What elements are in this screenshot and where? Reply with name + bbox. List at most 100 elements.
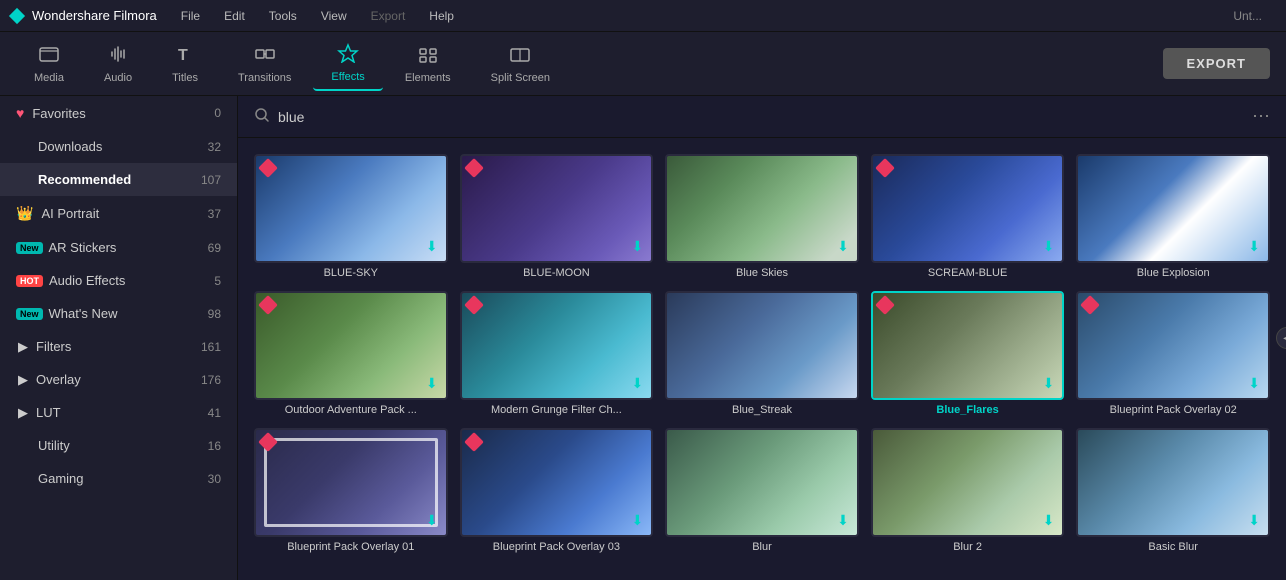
download-badge-blueprint-overlay-02[interactable]: ⬇ bbox=[1248, 375, 1260, 392]
fav-badge-blueprint-overlay-02 bbox=[1083, 298, 1097, 312]
sidebar-label-gaming: Gaming bbox=[38, 471, 208, 486]
toolbar-label-titles: Titles bbox=[172, 72, 198, 84]
download-badge-blue-flares[interactable]: ⬇ bbox=[1043, 375, 1055, 392]
download-badge-blur-2[interactable]: ⬇ bbox=[1043, 512, 1055, 529]
sidebar-item-ai-portrait[interactable]: 👑 AI Portrait 37 bbox=[0, 196, 237, 231]
effect-thumb-inner-blue-streak bbox=[667, 293, 857, 398]
sidebar-item-filters[interactable]: ▶ Filters 161 bbox=[0, 330, 237, 363]
menu-export[interactable]: Export bbox=[361, 5, 416, 27]
effect-item-blue-sky[interactable]: ⬇ BLUE-SKY bbox=[254, 154, 448, 279]
download-badge-modern-grunge[interactable]: ⬇ bbox=[631, 375, 643, 392]
menu-file[interactable]: File bbox=[171, 5, 210, 27]
effect-item-blur[interactable]: ⬇ Blur bbox=[665, 428, 859, 553]
new-badge-ar: New bbox=[16, 242, 43, 254]
effect-item-scream-blue[interactable]: ⬇SCREAM-BLUE bbox=[871, 154, 1065, 279]
menu-tools[interactable]: Tools bbox=[259, 5, 307, 27]
toolbar-btn-transitions[interactable]: Transitions bbox=[220, 38, 309, 90]
effects-icon bbox=[337, 43, 359, 67]
sidebar-label-ar-stickers: AR Stickers bbox=[49, 240, 208, 255]
sidebar-label-favorites: Favorites bbox=[32, 106, 214, 121]
download-badge-scream-blue[interactable]: ⬇ bbox=[1043, 238, 1055, 255]
effect-thumb-inner-blue-moon: ⬇ bbox=[462, 156, 652, 261]
effect-label-blueprint-overlay-01: Blueprint Pack Overlay 01 bbox=[254, 541, 448, 553]
effect-item-blueprint-overlay-03[interactable]: ⬇Blueprint Pack Overlay 03 bbox=[460, 428, 654, 553]
fav-badge-blue-flares bbox=[878, 298, 892, 312]
effect-thumb-inner-blueprint-overlay-02: ⬇ bbox=[1078, 293, 1268, 398]
sidebar-label-whats-new: What's New bbox=[49, 306, 208, 321]
sidebar-count-utility: 16 bbox=[208, 439, 221, 453]
sidebar-label-overlay: Overlay bbox=[36, 372, 201, 387]
sidebar-item-gaming[interactable]: Gaming 30 bbox=[0, 462, 237, 495]
toolbar-btn-media[interactable]: Media bbox=[16, 38, 82, 90]
effect-item-blue-streak[interactable]: Blue_Streak bbox=[665, 291, 859, 416]
effect-thumb-scream-blue: ⬇ bbox=[871, 154, 1065, 263]
effect-label-blue-sky: BLUE-SKY bbox=[254, 267, 448, 279]
sidebar-count-ai-portrait: 37 bbox=[208, 207, 221, 221]
sidebar-label-filters: Filters bbox=[36, 339, 201, 354]
toolbar-btn-effects[interactable]: Effects bbox=[313, 37, 382, 91]
toolbar-btn-split-screen[interactable]: Split Screen bbox=[473, 38, 568, 90]
sidebar-item-audio-effects[interactable]: HOT Audio Effects 5 bbox=[0, 264, 237, 297]
toolbar-btn-titles[interactable]: T Titles bbox=[154, 38, 216, 90]
titles-icon: T bbox=[174, 44, 196, 68]
lut-expand-icon: ▶ bbox=[16, 406, 30, 420]
app-logo-icon bbox=[8, 7, 26, 25]
effect-label-blue-flares: Blue_Flares bbox=[871, 404, 1065, 416]
effect-item-modern-grunge[interactable]: ⬇Modern Grunge Filter Ch... bbox=[460, 291, 654, 416]
download-badge-blueprint-overlay-03[interactable]: ⬇ bbox=[631, 512, 643, 529]
effect-thumb-inner-basic-blur: ⬇ bbox=[1078, 430, 1268, 535]
effect-thumb-basic-blur: ⬇ bbox=[1076, 428, 1270, 537]
effect-thumb-blueprint-overlay-02: ⬇ bbox=[1076, 291, 1270, 400]
download-badge-blue-skies[interactable]: ⬇ bbox=[837, 238, 849, 255]
search-bar: ⋯ bbox=[238, 96, 1286, 138]
effect-item-blueprint-overlay-02[interactable]: ⬇ Blueprint Pack Overlay 02 bbox=[1076, 291, 1270, 416]
effect-item-blue-flares[interactable]: ⬇ Blue_Flares bbox=[871, 291, 1065, 416]
fav-badge-scream-blue bbox=[878, 161, 892, 175]
sidebar-item-downloads[interactable]: Downloads 32 bbox=[0, 130, 237, 163]
effect-item-blue-moon[interactable]: ⬇BLUE-MOON bbox=[460, 154, 654, 279]
sidebar-count-gaming: 30 bbox=[208, 472, 221, 486]
effect-item-blue-skies[interactable]: ⬇Blue Skies bbox=[665, 154, 859, 279]
effect-item-blur-2[interactable]: ⬇Blur 2 bbox=[871, 428, 1065, 553]
toolbar-btn-elements[interactable]: Elements bbox=[387, 38, 469, 90]
effect-item-blue-explosion[interactable]: ⬇ Blue Explosion bbox=[1076, 154, 1270, 279]
sidebar-count-audio-effects: 5 bbox=[214, 274, 221, 288]
sidebar-item-ar-stickers[interactable]: New AR Stickers 69 bbox=[0, 231, 237, 264]
download-badge-blue-sky[interactable]: ⬇ bbox=[426, 238, 438, 255]
sidebar-item-whats-new[interactable]: New What's New 98 bbox=[0, 297, 237, 330]
grid-view-toggle[interactable]: ⋯ bbox=[1252, 106, 1270, 127]
download-badge-blue-explosion[interactable]: ⬇ bbox=[1248, 238, 1260, 255]
download-badge-basic-blur[interactable]: ⬇ bbox=[1248, 512, 1260, 529]
effect-thumb-inner-blue-flares: ⬇ bbox=[873, 293, 1063, 398]
effect-label-blur: Blur bbox=[665, 541, 859, 553]
effect-label-basic-blur: Basic Blur bbox=[1076, 541, 1270, 553]
menu-help[interactable]: Help bbox=[419, 5, 464, 27]
menu-view[interactable]: View bbox=[311, 5, 357, 27]
effect-item-blueprint-overlay-01[interactable]: ⬇ Blueprint Pack Overlay 01 bbox=[254, 428, 448, 553]
fav-badge-modern-grunge bbox=[467, 298, 481, 312]
effect-thumb-inner-blur: ⬇ bbox=[667, 430, 857, 535]
download-badge-outdoor-adventure[interactable]: ⬇ bbox=[426, 375, 438, 392]
export-button[interactable]: EXPORT bbox=[1163, 48, 1270, 79]
fav-badge-blueprint-overlay-03 bbox=[467, 435, 481, 449]
effect-item-outdoor-adventure[interactable]: ⬇Outdoor Adventure Pack ... bbox=[254, 291, 448, 416]
app-name: Wondershare Filmora bbox=[32, 8, 157, 23]
search-input[interactable] bbox=[278, 109, 1252, 125]
effect-item-basic-blur[interactable]: ⬇ Basic Blur bbox=[1076, 428, 1270, 553]
download-badge-blur[interactable]: ⬇ bbox=[837, 512, 849, 529]
download-badge-blue-moon[interactable]: ⬇ bbox=[631, 238, 643, 255]
sidebar-item-recommended[interactable]: Recommended 107 bbox=[0, 163, 237, 196]
sidebar-count-overlay: 176 bbox=[201, 373, 221, 387]
effect-label-blue-explosion: Blue Explosion bbox=[1076, 267, 1270, 279]
sidebar-item-overlay[interactable]: ▶ Overlay 176 bbox=[0, 363, 237, 396]
sidebar-item-favorites[interactable]: ♥ Favorites 0 bbox=[0, 96, 237, 130]
download-badge-blueprint-overlay-01[interactable]: ⬇ bbox=[426, 512, 438, 529]
sidebar-label-recommended: Recommended bbox=[38, 172, 201, 187]
sidebar-item-utility[interactable]: Utility 16 bbox=[0, 429, 237, 462]
effect-label-blueprint-overlay-02: Blueprint Pack Overlay 02 bbox=[1076, 404, 1270, 416]
effect-thumb-blue-explosion: ⬇ bbox=[1076, 154, 1270, 263]
toolbar-btn-audio[interactable]: Audio bbox=[86, 38, 150, 90]
sidebar-item-lut[interactable]: ▶ LUT 41 bbox=[0, 396, 237, 429]
effect-thumb-outdoor-adventure: ⬇ bbox=[254, 291, 448, 400]
menu-edit[interactable]: Edit bbox=[214, 5, 255, 27]
